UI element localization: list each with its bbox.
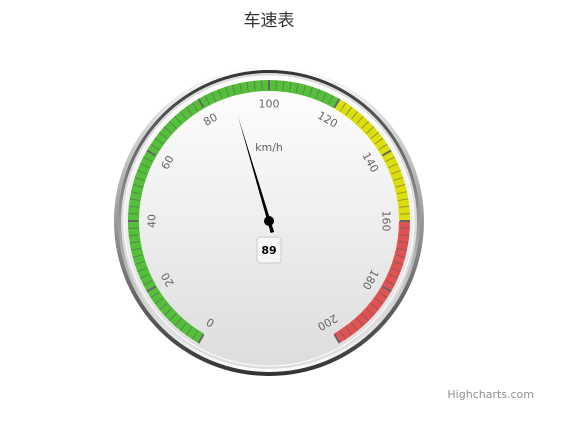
value-box: 89 [256, 236, 282, 264]
minor-tick [399, 213, 410, 215]
tick-label: 100 [259, 98, 280, 111]
unit-label: km/h [255, 141, 283, 154]
minor-tick [399, 227, 410, 229]
tick-label: 160 [380, 211, 393, 232]
credits-link[interactable]: Highcharts.com [447, 388, 534, 401]
minor-tick [128, 213, 139, 215]
chart-title: 车速表 [244, 11, 295, 31]
minor-tick [261, 80, 263, 91]
value-label: 89 [261, 244, 276, 257]
minor-tick [128, 227, 139, 229]
minor-tick [275, 80, 277, 91]
tick-label: 40 [146, 214, 159, 228]
needle-pivot [264, 216, 274, 226]
gauge-chart: 车速表 020406080100120140160180200 km/h 89 … [114, 11, 534, 401]
